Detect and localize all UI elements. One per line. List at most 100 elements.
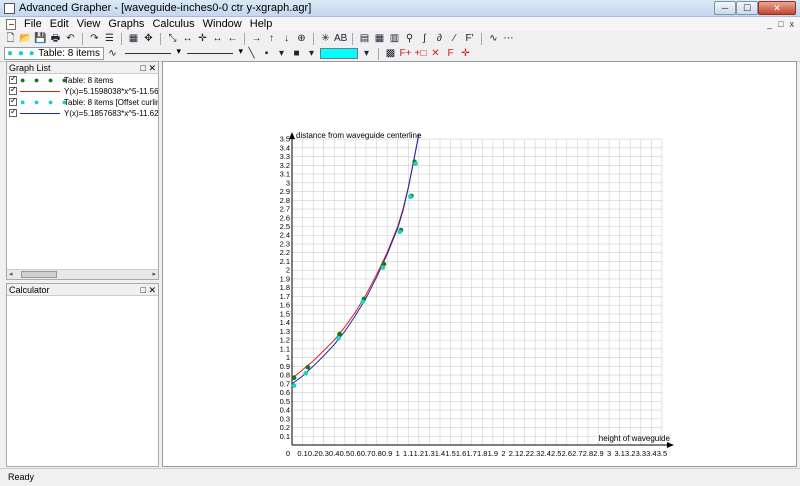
x-tick-label: 3.1 [614, 449, 624, 458]
open-folder-icon[interactable]: 📂 [19, 32, 32, 45]
arrow-up-icon[interactable]: ↑ [265, 32, 278, 45]
series-point-2 [408, 194, 413, 200]
menu-view[interactable]: View [73, 18, 105, 30]
chart-svg[interactable]: 0.1 0.2 0.3 0.4 0.5 0.6 0.7 0.8 0.9 1 1.1 1.2 1.3 1.4… [163, 62, 796, 466]
fill-style-icon[interactable]: ■ [290, 47, 303, 60]
calculator-controls[interactable]: □ ✕ [141, 284, 156, 296]
arrow-left-icon[interactable]: ← [226, 32, 239, 45]
graph-list-item[interactable]: Y(x)=5.1598038*x^5-11.5678888*x^4+ [7, 86, 158, 96]
menu-graphs[interactable]: Graphs [104, 18, 148, 30]
document-icon[interactable] [6, 18, 16, 30]
graph-visible-checkbox[interactable] [9, 97, 17, 106]
print-icon[interactable]: 🖶 [49, 32, 62, 45]
x-tick-label: 2.7 [572, 449, 582, 458]
add-table-icon[interactable]: +□ [414, 47, 427, 60]
delete-graph-icon[interactable]: ✕ [429, 47, 442, 60]
graph-visible-checkbox[interactable] [9, 108, 17, 117]
maximize-button[interactable]: ☐ [736, 1, 758, 15]
slash-icon[interactable]: ╲ [245, 47, 258, 60]
y-tick-label: 3 [286, 178, 290, 187]
x-tick-label: 3.4 [646, 449, 656, 458]
graph-list-item[interactable]: Y(x)=5.1857683*x^5-11.6256475*x^4+ [7, 108, 158, 118]
y-tick-label: 0.8 [280, 371, 290, 380]
tangent2-icon[interactable]: ∿ [487, 32, 500, 45]
minimize-button[interactable]: ─ [714, 1, 736, 15]
resize-h-icon[interactable]: ↔ [181, 32, 194, 45]
curve-style-icon[interactable]: ∿ [106, 47, 119, 60]
grid-icon[interactable]: ▦ [127, 32, 140, 45]
fill-dropdown-icon[interactable]: ▾ [305, 47, 318, 60]
point-style-icon[interactable]: ▪ [260, 47, 273, 60]
mdi-close-button[interactable]: x [790, 19, 795, 29]
redo-icon[interactable]: ↷ [88, 32, 101, 45]
menu-window[interactable]: Window [199, 18, 246, 30]
arrow-right-icon[interactable]: → [250, 32, 263, 45]
arrows-h-icon[interactable]: ↔ [211, 32, 224, 45]
cross-tool-icon[interactable]: ✛ [459, 47, 472, 60]
series-point-2 [291, 383, 297, 388]
explode-icon[interactable]: ✳ [319, 32, 332, 45]
grid2-icon[interactable]: ▥ [388, 32, 401, 45]
axes-label-icon[interactable]: AB [334, 32, 347, 45]
y-tick-label: 2.1 [280, 257, 290, 266]
menu-file[interactable]: File [20, 18, 46, 30]
new-file-icon[interactable]: 🗋 [4, 32, 17, 45]
save-icon[interactable]: 💾 [34, 32, 47, 45]
menu-help[interactable]: Help [246, 18, 277, 30]
graph-canvas[interactable]: 0.1 0.2 0.3 0.4 0.5 0.6 0.7 0.8 0.9 1 1.1 1.2 1.3 1.4… [162, 61, 797, 467]
calc-icon[interactable]: ▦ [373, 32, 386, 45]
menu-calculus[interactable]: Calculus [148, 18, 198, 30]
line-style-dropdown[interactable] [121, 46, 181, 60]
point-dropdown-icon[interactable]: ▾ [275, 47, 288, 60]
crosshair-icon[interactable]: ⊕ [295, 32, 308, 45]
table-icon[interactable]: ▤ [358, 32, 371, 45]
graph-list-item[interactable]: ● ● ● ●Table: 8 items [7, 75, 158, 85]
function-f-icon[interactable]: F [444, 47, 457, 60]
calculator-title: Calculator [9, 285, 50, 295]
move-icon[interactable]: ✥ [142, 32, 155, 45]
integral-icon[interactable]: ∫ [418, 32, 431, 45]
graph-list-scrollbar[interactable]: ◂ ▸ [7, 269, 158, 279]
series-point-2 [360, 299, 366, 304]
x-tick-label: 0.9 [382, 449, 392, 458]
color-picker[interactable] [320, 48, 358, 59]
graph-list-items: ● ● ● ●Table: 8 itemsY(x)=5.1598038*x^5-… [7, 75, 158, 118]
mdi-restore-button[interactable]: □ [778, 19, 783, 29]
series-point-2 [413, 161, 418, 166]
list-icon[interactable]: ☰ [103, 32, 116, 45]
y-tick-label: 3.1 [280, 170, 290, 179]
graph-select-label: Table: 8 items [Offset c [38, 48, 103, 59]
stretch-icon[interactable]: ⤡ [166, 32, 179, 45]
graph-list-item[interactable]: ● ● ● ●Table: 8 items [Offset curling to… [7, 97, 158, 107]
x-tick-label: 0.8 [371, 449, 381, 458]
zoom-icon[interactable]: ⚲ [403, 32, 416, 45]
series-point-2 [303, 371, 309, 376]
tangent-icon[interactable]: ∕ [448, 32, 461, 45]
line-width-dropdown[interactable] [183, 46, 243, 60]
undo-icon[interactable]: ↶ [64, 32, 77, 45]
graph-visible-checkbox[interactable] [9, 86, 17, 95]
scroll-left-icon[interactable]: ◂ [9, 270, 13, 278]
y-tick-label: 2.7 [280, 205, 290, 214]
x-tick-label: 2.6 [562, 449, 572, 458]
menu-edit[interactable]: Edit [46, 18, 73, 30]
x-tick-label: 1 [396, 449, 400, 458]
more-icon[interactable]: ⋯ [502, 32, 515, 45]
mdi-minimize-button[interactable]: _ [767, 19, 772, 29]
scroll-right-icon[interactable]: ▸ [152, 270, 156, 278]
graph-visible-checkbox[interactable] [9, 75, 17, 84]
add-function-icon[interactable]: F+ [399, 47, 412, 60]
graph-list-panel: Graph List □ ✕ ● ● ● ●Table: 8 itemsY(x)… [6, 61, 159, 280]
function-icon[interactable]: F′ [463, 32, 476, 45]
close-button[interactable]: ✕ [758, 1, 796, 15]
scroll-thumb[interactable] [21, 271, 57, 278]
y-tick-label: 2.9 [280, 187, 290, 196]
graph-select-dropdown[interactable]: ● ● ● Table: 8 items [Offset c [4, 47, 104, 60]
series-point-2 [397, 229, 403, 235]
color-dropdown-icon[interactable]: ▾ [360, 47, 373, 60]
derivative-icon[interactable]: ∂ [433, 32, 446, 45]
graph-properties-icon[interactable]: ▩ [384, 47, 397, 60]
graph-list-controls[interactable]: □ ✕ [141, 62, 156, 74]
arrow-down-icon[interactable]: ↓ [280, 32, 293, 45]
move-all-icon[interactable]: ✛ [196, 32, 209, 45]
